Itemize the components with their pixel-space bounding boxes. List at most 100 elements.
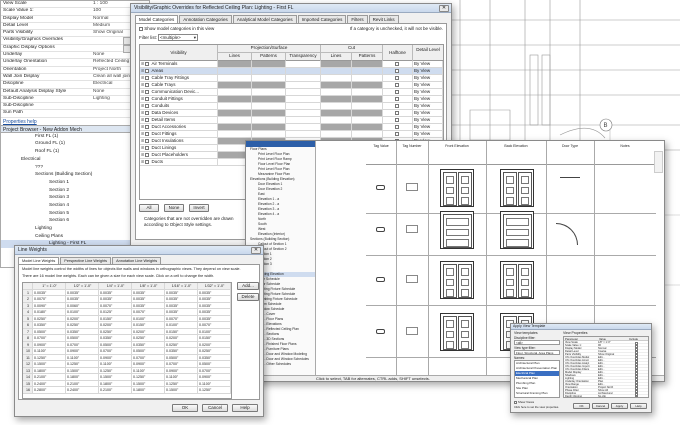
line-weight-cell[interactable]: 0.2100" (33, 374, 66, 380)
line-weight-cell[interactable]: 0.0500" (99, 341, 132, 348)
line-weight-cell[interactable]: 0.1250" (198, 387, 231, 393)
line-weight-cell[interactable]: 0.0180" (33, 309, 66, 315)
line-weight-cell[interactable]: 0.0350" (66, 328, 99, 335)
detail-level-value[interactable]: By View (414, 117, 430, 122)
line-weight-cell[interactable]: 0.0700" (165, 361, 198, 367)
line-weight-cell[interactable]: 0.0035" (132, 302, 165, 309)
ok-button[interactable]: OK (573, 403, 590, 409)
line-weight-cell[interactable]: 0.0150" (198, 335, 231, 341)
line-weight-cell[interactable]: 0.0900" (33, 341, 66, 348)
category-row[interactable]: ⊞ Cable Trays By View (140, 82, 443, 89)
visibility-checkbox[interactable] (145, 61, 150, 66)
browser-tree-item[interactable]: Section 1 (1, 179, 149, 187)
browser-tree-item[interactable]: Ground FL (1) (1, 140, 149, 148)
line-weight-cell[interactable]: 0.0035" (198, 309, 231, 315)
category-row[interactable]: ⊞ Areas By View (140, 68, 443, 75)
line-weight-cell[interactable]: 0.0350" (198, 354, 231, 361)
halftone-checkbox[interactable] (395, 124, 399, 129)
line-weight-cell[interactable]: 0.0700" (99, 348, 132, 354)
browser-tree-item[interactable]: Section 2 (1, 187, 149, 195)
detail-level-value[interactable]: By View (414, 131, 430, 136)
detail-level-value[interactable]: By View (414, 89, 430, 94)
line-weight-cell[interactable]: 0.0250" (66, 322, 99, 328)
line-weight-cell[interactable]: 0.0150" (132, 322, 165, 328)
halftone-checkbox[interactable] (395, 117, 399, 122)
category-row[interactable]: ⊞ Data Devices By View (140, 110, 443, 117)
close-icon[interactable]: ✕ (251, 247, 261, 254)
apply-button[interactable]: Apply (611, 403, 628, 409)
line-weight-cell[interactable]: 0.0500" (66, 335, 99, 341)
tab-revit-links[interactable]: Revit Links (368, 15, 399, 23)
visibility-checkbox[interactable] (145, 68, 150, 73)
template-name-item[interactable]: Structural Framing Plan (515, 391, 559, 396)
all-button[interactable]: All (139, 204, 159, 212)
invert-button[interactable]: Invert (189, 204, 209, 212)
line-weight-cell[interactable]: 0.1500" (33, 361, 66, 367)
browser-tree-item[interactable]: Section 4 (1, 202, 149, 210)
show-model-categories[interactable]: Show model categories in this view (139, 26, 214, 31)
line-weight-cell[interactable]: 0.0700" (198, 367, 231, 374)
line-weight-cell[interactable]: 0.1100" (66, 354, 99, 361)
detail-level-value[interactable]: By View (414, 96, 430, 101)
category-row[interactable]: ⊞ Cable Tray Fittings By View (140, 75, 443, 82)
detail-level-value[interactable]: By View (414, 110, 430, 115)
line-weight-cell[interactable]: 0.0100" (66, 309, 99, 315)
line-weight-cell[interactable]: 0.1250" (66, 361, 99, 367)
halftone-checkbox[interactable] (395, 110, 399, 115)
line-weight-cell[interactable]: 0.2100" (66, 380, 99, 387)
detail-level-value[interactable]: By View (414, 61, 430, 66)
category-row[interactable]: ⊞ Air Terminals By View (140, 61, 443, 68)
line-weight-cell[interactable]: 0.0900" (99, 354, 132, 361)
detail-level-value[interactable]: By View (414, 75, 430, 80)
browser-tree-item[interactable]: Ceiling Plans (1, 233, 149, 241)
halftone-checkbox[interactable] (395, 131, 399, 136)
line-weight-cell[interactable]: 0.0150" (165, 328, 198, 335)
line-weight-cell[interactable]: 0.0100" (132, 315, 165, 322)
category-row[interactable]: ⊞ Duct Fittings By View (140, 131, 443, 138)
line-weight-cell[interactable]: 0.0200" (66, 315, 99, 322)
line-weight-cell[interactable]: 0.0035" (132, 289, 165, 296)
line-weight-cell[interactable]: 0.1100" (33, 348, 66, 354)
visibility-checkbox[interactable] (145, 103, 150, 108)
line-weight-cell[interactable]: 0.0900" (165, 367, 198, 374)
line-weight-cell[interactable]: 0.1100" (132, 367, 165, 374)
browser-tree-item[interactable]: ??? (1, 164, 149, 172)
line-weight-cell[interactable]: 0.1800" (33, 367, 66, 374)
line-weight-cell[interactable]: 0.0035" (198, 289, 231, 296)
line-weight-cell[interactable]: 0.0250" (33, 315, 66, 322)
line-weight-cell[interactable]: 0.1100" (165, 374, 198, 380)
visibility-checkbox[interactable] (145, 152, 150, 157)
line-weight-cell[interactable]: 0.0350" (33, 322, 66, 328)
line-weight-cell[interactable]: 0.0035" (99, 296, 132, 302)
visibility-checkbox[interactable] (145, 117, 150, 122)
line-weight-cell[interactable]: 0.0900" (132, 361, 165, 367)
line-weight-cell[interactable]: 0.0035" (165, 289, 198, 296)
line-weight-cell[interactable]: 0.0035" (165, 302, 198, 309)
line-weight-cell[interactable]: 0.0070" (165, 315, 198, 322)
line-weight-cell[interactable]: 0.2800" (33, 387, 66, 393)
delete-button[interactable]: Delete (237, 293, 259, 301)
browser-tree-item[interactable]: Section 5 (1, 210, 149, 218)
tab-model-categories[interactable]: Model Categories (135, 15, 179, 23)
line-weight-cell[interactable]: 0.1500" (165, 387, 198, 393)
line-weight-cell[interactable]: 0.0090" (33, 302, 66, 309)
halftone-checkbox[interactable] (395, 96, 399, 101)
line-weight-cell[interactable]: 0.0035" (198, 315, 231, 322)
detail-level-value[interactable]: By View (414, 124, 430, 129)
detail-level-value[interactable]: By View (414, 103, 430, 108)
browser-tree-item[interactable]: Section 6 (1, 217, 149, 225)
line-weight-cell[interactable]: 0.1250" (165, 380, 198, 387)
add-button[interactable]: Add... (237, 282, 259, 290)
line-weight-cell[interactable]: 0.0500" (198, 361, 231, 367)
visibility-checkbox[interactable] (145, 89, 150, 94)
none-button[interactable]: None (164, 204, 184, 212)
halftone-checkbox[interactable] (395, 103, 399, 108)
line-weight-cell[interactable]: 0.0200" (99, 322, 132, 328)
line-weight-cell[interactable]: 0.0500" (33, 328, 66, 335)
line-weight-cell[interactable]: 0.0035" (66, 296, 99, 302)
category-row[interactable]: ⊞ Communication Devic... By View (140, 89, 443, 96)
line-weight-cell[interactable]: 0.0100" (165, 322, 198, 328)
line-weight-cell[interactable]: 0.0250" (165, 341, 198, 348)
discipline-filter-select[interactable]: <all> (514, 340, 560, 345)
visibility-checkbox[interactable] (145, 131, 150, 136)
